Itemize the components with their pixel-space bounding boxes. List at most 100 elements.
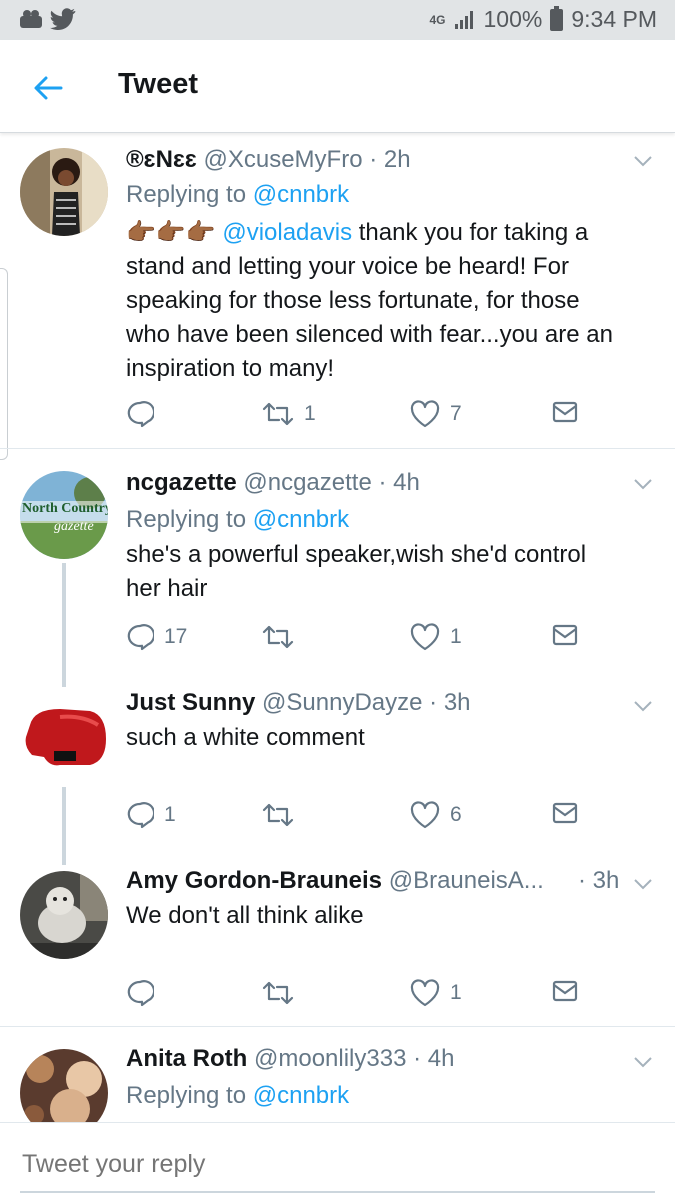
dm-button[interactable] [552, 801, 578, 825]
tweet-time: · 3h [429, 689, 471, 716]
tweet-actions: 1 7 [126, 400, 586, 430]
app-header: Tweet [0, 40, 675, 133]
reply-to-link[interactable]: @cnnbrk [253, 506, 349, 533]
dm-icon [552, 624, 578, 646]
clock: 9:34 PM [571, 6, 657, 32]
reply-button[interactable]: 17 [126, 623, 187, 651]
like-button[interactable]: 1 [410, 623, 462, 651]
tweet-item[interactable]: Anita Roth @moonlily333 · 4h Replying to… [0, 1027, 675, 1122]
tweet-time: · 4h [413, 1045, 455, 1072]
reply-icon [127, 980, 154, 1007]
like-icon [410, 623, 440, 651]
tweet-header: ncgazette @ncgazette · 4h [126, 469, 420, 497]
user-handle[interactable]: @moonlily333 [254, 1045, 406, 1072]
display-name[interactable]: Amy Gordon-Brauneis [126, 867, 382, 894]
retweet-icon [262, 625, 294, 649]
tweet-item[interactable]: Amy Gordon-Brauneis @BrauneisA... · 3h W… [0, 847, 675, 1027]
user-handle[interactable]: @BrauneisA... [389, 867, 544, 894]
avatar-logo-text: gazette [54, 519, 94, 534]
reply-to-link[interactable]: @cnnbrk [253, 181, 349, 208]
avatar[interactable] [20, 148, 108, 236]
dm-icon [552, 980, 578, 1002]
display-name[interactable]: Anita Roth [126, 1045, 247, 1072]
network-type: 4G [429, 12, 446, 27]
dm-button[interactable] [552, 623, 578, 647]
tweet-actions: 1 6 [126, 801, 586, 831]
chevron-down-icon[interactable] [633, 699, 653, 713]
user-handle[interactable]: @XcuseMyFro [203, 146, 362, 173]
reply-button[interactable] [126, 400, 164, 428]
twitter-bird-icon [50, 8, 76, 30]
tweet-time: · 2h [369, 146, 411, 173]
mention-link[interactable]: @violadavis [222, 219, 352, 246]
retweet-button[interactable] [262, 623, 304, 651]
replying-to: Replying to @cnnbrk [126, 181, 350, 208]
reply-icon [127, 624, 154, 651]
notification-icons [18, 8, 76, 30]
retweet-button[interactable]: 1 [262, 400, 316, 428]
tweet-actions: 17 1 [126, 623, 586, 653]
system-status: 4G 100% 9:34 PM [429, 5, 657, 33]
like-button[interactable]: 1 [410, 979, 462, 1007]
back-arrow-icon [34, 76, 63, 100]
back-button[interactable] [28, 68, 68, 108]
avatar[interactable] [20, 871, 108, 959]
like-button[interactable]: 6 [410, 801, 462, 829]
like-icon [410, 979, 440, 1007]
tweet-text-line: such a white comment [126, 724, 365, 751]
game-notification-icon [20, 10, 42, 28]
avatar[interactable]: North Country gazette [20, 471, 108, 559]
tweet-item[interactable]: Just Sunny @SunnyDayze · 3h such a white… [0, 669, 675, 865]
status-bar: 4G 100% 9:34 PM [0, 0, 675, 40]
reply-icon [127, 401, 154, 428]
tweet-text-line: 👉🏾👉🏾👉🏾 @violadavis thank you for taking … [126, 219, 589, 246]
display-name[interactable]: ®ɛNɛɛ [126, 146, 197, 173]
chevron-down-icon[interactable] [633, 877, 653, 891]
tweet-text-line: who have been silenced with fear...you a… [126, 321, 613, 348]
tweet-time: · 3h [578, 867, 620, 894]
battery-icon [550, 5, 564, 31]
retweet-icon [262, 981, 294, 1005]
reply-to-link[interactable]: @cnnbrk [253, 1082, 349, 1109]
like-icon [410, 801, 440, 829]
tweet-time: · 4h [378, 469, 420, 496]
tweet-text-line: her hair [126, 575, 208, 602]
replying-to: Replying to @cnnbrk [126, 506, 350, 533]
display-name[interactable]: ncgazette [126, 469, 237, 496]
battery-percent: 100% [483, 6, 543, 32]
tweet-text-line: We don't all think alike [126, 902, 364, 929]
avatar[interactable] [20, 1049, 108, 1122]
user-handle[interactable]: @ncgazette [243, 469, 371, 496]
user-handle[interactable]: @SunnyDayze [262, 689, 422, 716]
tweet-text-line: inspiration to many! [126, 355, 335, 382]
page-title: Tweet [118, 68, 199, 100]
like-button[interactable]: 7 [410, 400, 462, 428]
tweet-item[interactable]: ®ɛNɛɛ @XcuseMyFro · 2h Replying to @cnnb… [0, 132, 675, 449]
retweet-icon [262, 402, 294, 426]
retweet-button[interactable] [262, 801, 304, 829]
chevron-down-icon[interactable] [633, 154, 653, 168]
signal-icon [454, 10, 473, 29]
reply-button[interactable] [126, 979, 164, 1007]
retweet-button[interactable] [262, 979, 304, 1007]
chevron-down-icon[interactable] [633, 477, 653, 491]
retweet-icon [262, 803, 294, 827]
tweet-item[interactable]: North Country gazette ncgazette @ncgazet… [0, 449, 675, 687]
tweet-header: Just Sunny @SunnyDayze · 3h [126, 689, 471, 717]
reply-composer [0, 1122, 675, 1201]
tweet-text-line: speaking for those less fortunate, for t… [126, 287, 580, 314]
avatar[interactable] [20, 695, 108, 783]
dm-button[interactable] [552, 979, 578, 1003]
chevron-down-icon[interactable] [633, 1055, 653, 1069]
display-name[interactable]: Just Sunny [126, 689, 255, 716]
input-underline [20, 1191, 655, 1193]
reply-input[interactable] [20, 1149, 346, 1180]
emoji: 👉🏾👉🏾👉🏾 [126, 219, 216, 246]
tweet-text-line: stand and letting your voice be heard! F… [126, 253, 569, 280]
like-icon [410, 400, 440, 428]
reply-button[interactable]: 1 [126, 801, 176, 829]
dm-button[interactable] [552, 400, 578, 424]
tweet-header: Anita Roth @moonlily333 · 4h [126, 1045, 454, 1073]
reply-icon [127, 802, 154, 829]
tweet-header: ®ɛNɛɛ @XcuseMyFro · 2h [126, 146, 411, 174]
